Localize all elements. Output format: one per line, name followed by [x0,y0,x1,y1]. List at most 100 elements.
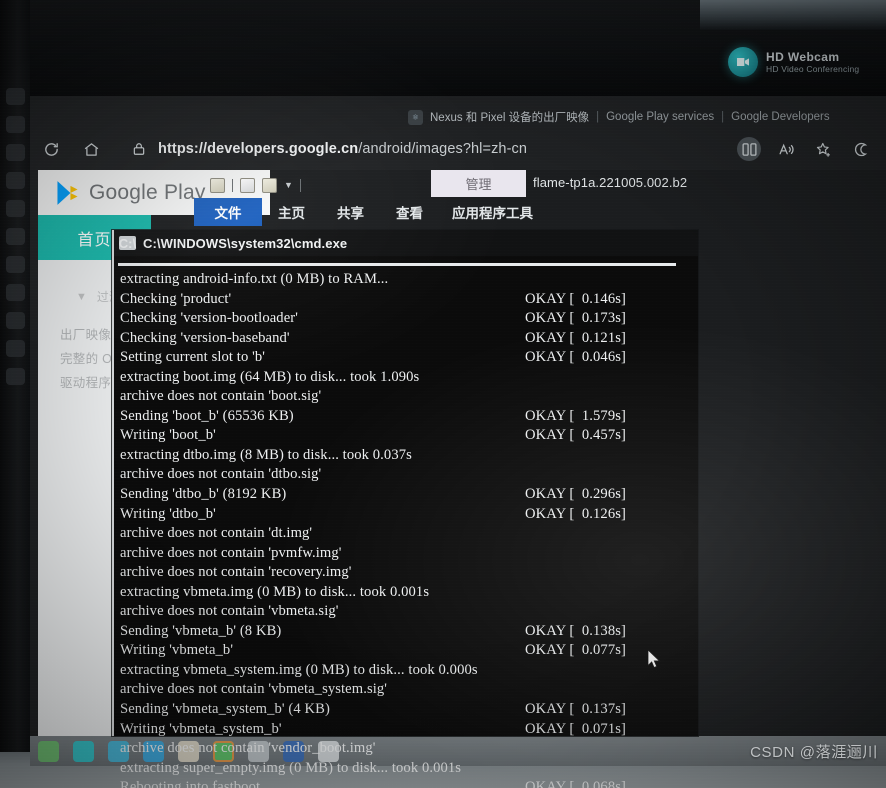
folder-icon[interactable] [5,144,25,161]
home-icon[interactable] [78,136,104,162]
ribbon-tab-share-label: 共享 [337,206,364,221]
console-line: Writing 'boot_b' OKAY [ 0.457s] [117,426,698,446]
ribbon-tab-file[interactable]: 文件 [194,198,262,226]
chat-icon[interactable] [5,200,25,217]
app-green-icon[interactable] [5,172,25,189]
properties-icon[interactable] [240,177,255,193]
browser-icon[interactable] [5,88,25,105]
browser-action-buttons [737,137,872,161]
address-bar[interactable]: https://developers.google.cn/android/ima… [118,134,723,164]
console-line-text: extracting boot.img (64 MB) to disk... t… [120,368,420,385]
google-play-logo-icon [55,180,80,206]
taskbar-icon-app1[interactable] [38,740,59,762]
console-line-status: OKAY [ 0.146s] [525,290,626,307]
taskbar-icon-app2[interactable] [73,740,94,762]
console-line: extracting vbmeta_system.img (0 MB) to d… [117,661,698,681]
console-line: Checking 'product' OKAY [ 0.146s] [117,290,698,310]
console-line-text: Sending 'boot_b' (65536 KB) [120,407,294,424]
add-favorite-icon[interactable] [811,137,835,161]
filter-icon: ▼ [76,290,87,303]
console-line-text: Setting current slot to 'b' [120,349,265,366]
media-icon[interactable] [5,256,25,273]
console-line-text: archive does not contain 'vbmeta.sig' [120,603,339,620]
console-line-text: extracting vbmeta_system.img (0 MB) to d… [120,661,478,678]
console-line: Checking 'version-bootloader' OKAY [ 0.17… [117,309,698,329]
console-line-text: Checking 'version-baseband' [120,329,290,346]
ribbon-tab-view-label: 查看 [396,206,423,221]
console-line-text: Checking 'product' [120,290,232,307]
tool-icon[interactable] [5,312,25,329]
quick-access-toolbar: ▼ [210,173,301,197]
console-line-status: OKAY [ 0.077s] [525,642,626,659]
collections-icon[interactable] [848,137,872,161]
browser-toolbar: https://developers.google.cn/android/ima… [38,128,878,170]
cmd-title-text: C:\WINDOWS\system32\cmd.exe [143,235,348,251]
console-line-text: archive does not contain 'dtbo.sig' [120,466,322,483]
ribbon-tab-share[interactable]: 共享 [321,198,380,226]
console-line-text: archive does not contain 'dt.img' [120,525,313,542]
misc-icon[interactable] [5,368,25,385]
ribbon-contextual-manage-label: 管理 [465,177,492,192]
nav-item-home-label: 首页 [77,231,112,249]
console-line-text: archive does not contain 'recovery.img' [120,564,352,581]
console-line-status: OKAY [ 0.173s] [525,310,626,327]
sidebar-link-0[interactable]: 出厂映像 [60,324,111,343]
console-line-status: OKAY [ 0.138s] [525,622,626,639]
console-line-status: OKAY [ 0.046s] [525,349,626,366]
ribbon-tab-application-tools[interactable]: 应用程序工具 [439,198,546,226]
console-line: Writing 'vbmeta_b' OKAY [ 0.077s] [117,641,698,661]
csdn-watermark: CSDN @落涯逦川 [750,744,878,761]
split-screen-icon[interactable] [737,137,761,161]
url-text[interactable]: https://developers.google.cn/android/ima… [158,141,527,157]
ribbon-tab-home[interactable]: 主页 [262,198,321,226]
console-line-text: archive does not contain 'vbmeta_system.… [120,681,388,698]
cmd-output-text[interactable]: extracting android-info.txt (0 MB) to RA… [114,268,698,788]
console-line: archive does not contain 'dtbo.sig' [117,465,698,485]
desktop-dock-strip[interactable] [2,88,28,688]
console-line-text: extracting super_empty.img (0 MB) to dis… [120,759,462,776]
grid-icon[interactable] [5,340,25,357]
browser-tab-title-2: Google Play services [606,111,715,123]
qat-divider [232,178,233,192]
console-line: extracting boot.img (64 MB) to disk... t… [117,368,698,388]
console-line-status: OKAY [ 0.121s] [525,329,626,346]
browser-tab-strip[interactable]: ⚛ Nexus 和 Pixel 设备的出厂映像 | Google Play se… [408,104,876,130]
cmd-title-bar[interactable]: C:\ C:\WINDOWS\system32\cmd.exe [114,230,698,256]
ribbon-tab-home-label: 主页 [278,206,305,221]
console-line: archive does not contain 'dt.img' [117,524,698,544]
read-aloud-icon[interactable] [774,137,798,161]
save-icon[interactable] [210,177,225,193]
reload-icon[interactable] [38,136,64,162]
url-domain: https://developers.google.cn [158,141,359,157]
customize-caret-icon[interactable]: ▼ [284,180,293,190]
console-line-status: OKAY [ 0.126s] [525,505,626,522]
console-line-text: archive does not contain 'pvmfw.img' [120,544,342,561]
android-chrome-icon: ⚛ [408,109,423,125]
console-line: Sending 'vbmeta_b' (8 KB) OKAY [ 0.138s] [117,622,698,642]
console-line-text: archive does not contain 'vendor_boot.im… [120,740,376,757]
browser-tab-title[interactable]: Nexus 和 Pixel 设备的出厂映像 [430,109,589,125]
new-folder-icon[interactable] [262,177,277,193]
console-line-text: Writing 'boot_b' [120,427,216,444]
console-line: archive does not contain 'vbmeta_system.… [117,680,698,700]
console-line-text: extracting android-info.txt (0 MB) to RA… [120,271,389,287]
console-line-text: Checking 'version-bootloader' [120,310,298,327]
console-line: Writing 'dtbo_b' OKAY [ 0.126s] [117,505,698,525]
console-line: extracting dtbo.img (8 MB) to disk... to… [117,446,698,466]
notes-icon[interactable] [5,228,25,245]
webcam-title: HD Webcam [766,49,840,64]
console-line-text: extracting vbmeta.img (0 MB) to disk... … [120,583,430,600]
google-play-brand: Google Play [89,180,206,204]
console-line-status: OKAY [ 0.071s] [525,720,626,737]
back-arrow-icon[interactable] [5,116,25,133]
recorder-icon[interactable] [5,284,25,301]
console-line: archive does not contain 'boot.sig' [117,387,698,407]
console-line: archive does not contain 'pvmfw.img' [117,544,698,564]
ribbon-tab-view[interactable]: 查看 [380,198,439,226]
console-line-text: Writing 'vbmeta_system_b' [120,720,282,737]
console-line-text: Writing 'dtbo_b' [120,505,216,522]
console-line: extracting vbmeta.img (0 MB) to disk... … [117,583,698,603]
console-line-text: Sending 'vbmeta_b' (8 KB) [120,622,282,639]
console-line: Sending 'dtbo_b' (8192 KB) OKAY [ 0.296s] [117,485,698,505]
ribbon-contextual-manage[interactable]: 管理 [431,170,526,197]
